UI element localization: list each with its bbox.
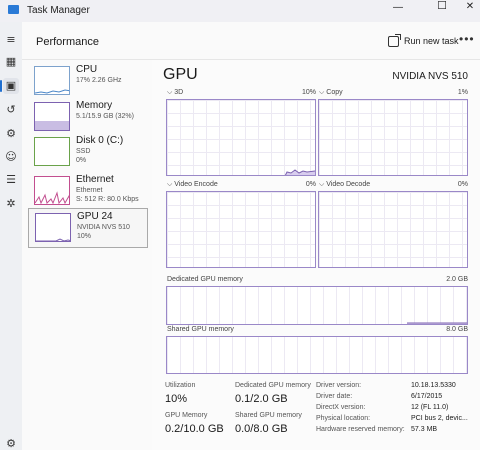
ethernet-thumbnail — [34, 176, 70, 205]
resource-list: CPU 17% 2.26 GHz Memory 5.1/15.9 GB (32%… — [22, 60, 152, 450]
shared-memory-stat-label: Shared GPU memory — [235, 412, 302, 419]
ethernet-sparkline — [35, 191, 69, 204]
performance-icon[interactable]: ▣ — [3, 78, 19, 94]
resource-sub: SSD — [76, 148, 91, 155]
run-new-task-button[interactable]: Run new task — [388, 33, 459, 49]
property-value: PCI bus 2, devic... — [411, 415, 468, 422]
resource-sub: 0% — [76, 157, 87, 164]
engine-encode-label[interactable]: ⌵ Video Encode — [167, 181, 218, 189]
engine-copy-pct: 1% — [457, 89, 468, 96]
gpu-sparkline — [36, 238, 70, 241]
resource-sub: 17% 2.26 GHz — [76, 77, 122, 84]
gpu-detail-panel: GPU NVIDIA NVS 510 ⌵ 3D 10% ⌵ Copy 1% ⌵ … — [152, 60, 480, 450]
title-bar: Task Manager — ☐ ✕ — [0, 0, 480, 22]
resource-sub: 10% — [77, 233, 92, 240]
details-icon[interactable]: ☰ — [3, 172, 19, 188]
engine-copy-graph — [318, 99, 468, 176]
shared-memory-graph — [166, 336, 468, 374]
settings-icon[interactable]: ⚙ — [3, 436, 19, 450]
resource-title: GPU 24 — [77, 211, 113, 222]
engine-copy-name: Copy — [326, 89, 343, 96]
engine-3d-line — [284, 169, 315, 175]
gpu-memory-label: GPU Memory — [165, 412, 208, 419]
engine-encode-graph — [166, 191, 316, 268]
resource-sub: NVIDIA NVS 510 — [77, 224, 130, 231]
resource-gpu[interactable]: GPU 24 NVIDIA NVS 510 10% — [28, 208, 148, 248]
page-title: Performance — [36, 36, 99, 48]
engine-decode-pct: 0% — [457, 181, 468, 188]
run-task-icon — [388, 33, 401, 47]
dedicated-memory-stat-label: Dedicated GPU memory — [235, 382, 311, 389]
disk-thumbnail — [34, 137, 70, 166]
app-history-icon[interactable]: ↺ — [3, 102, 19, 118]
property-value: 6/17/2015 — [411, 393, 443, 400]
shared-memory-label: Shared GPU memory — [167, 326, 234, 333]
nav-rail: ≡ ▦ ▣ ↺ ⚙ ☺ ☰ ✲ ⚙ — [0, 22, 22, 450]
engine-3d-name: 3D — [174, 89, 184, 96]
resource-sub: Ethernet — [76, 187, 103, 194]
property-value: 57.3 MB — [411, 426, 438, 433]
users-icon[interactable]: ☺ — [3, 149, 19, 165]
shared-memory-stat-value: 0.0/8.0 GB — [235, 423, 288, 435]
page-header: Performance Run new task ••• — [22, 22, 480, 60]
engine-3d-pct: 10% — [301, 89, 316, 96]
property-value: 12 (FL 11.0) — [411, 404, 449, 411]
property-key: Driver date: — [316, 393, 353, 400]
property-key: DirectX version: — [316, 404, 366, 411]
run-new-task-label: Run new task — [404, 36, 459, 46]
resource-sub: 5.1/15.9 GB (32%) — [76, 113, 134, 120]
engine-decode-graph — [318, 191, 468, 268]
dedicated-memory-max: 2.0 GB — [446, 276, 468, 283]
dedicated-memory-label: Dedicated GPU memory — [167, 276, 243, 283]
minimize-button[interactable]: — — [382, 2, 414, 22]
utilization-value: 10% — [165, 393, 188, 405]
memory-fill — [35, 121, 69, 130]
resource-disk[interactable]: Disk 0 (C:) SSD 0% — [28, 133, 147, 171]
resource-memory[interactable]: Memory 5.1/15.9 GB (32%) — [28, 98, 147, 136]
gpu-thumbnail — [35, 213, 71, 242]
active-indicator — [0, 80, 2, 92]
cpu-thumbnail — [34, 66, 70, 95]
property-key: Driver version: — [316, 382, 362, 389]
engine-copy-label[interactable]: ⌵ Copy — [319, 89, 343, 97]
dedicated-memory-graph — [166, 286, 468, 325]
engine-copy-line — [319, 100, 468, 176]
property-value: 10.18.13.5330 — [411, 382, 456, 389]
resource-title: Memory — [76, 100, 113, 111]
resource-title: Ethernet — [76, 174, 114, 185]
more-options-button[interactable]: ••• — [459, 33, 475, 45]
resource-sub: S: 512 R: 80.0 Kbps — [76, 196, 139, 203]
engine-3d-graph — [166, 99, 316, 176]
task-manager-icon — [8, 5, 19, 14]
dedicated-memory-line — [407, 322, 467, 324]
engine-decode-name: Video Decode — [326, 181, 371, 188]
utilization-label: Utilization — [165, 382, 196, 389]
engine-encode-name: Video Encode — [174, 181, 218, 188]
startup-apps-icon[interactable]: ⚙ — [3, 126, 19, 142]
gpu-memory-value: 0.2/10.0 GB — [165, 423, 224, 435]
engine-decode-label[interactable]: ⌵ Video Decode — [319, 181, 370, 189]
engine-encode-pct: 0% — [305, 181, 316, 188]
memory-thumbnail — [34, 102, 70, 131]
services-icon[interactable]: ✲ — [3, 196, 19, 212]
cpu-sparkline — [35, 89, 69, 94]
dedicated-memory-stat-value: 0.1/2.0 GB — [235, 393, 288, 405]
window-title: Task Manager — [27, 5, 90, 16]
close-button[interactable]: ✕ — [454, 1, 480, 21]
hamburger-menu-icon[interactable]: ≡ — [3, 32, 19, 48]
property-key: Physical location: — [316, 415, 371, 422]
resource-ethernet[interactable]: Ethernet Ethernet S: 512 R: 80.0 Kbps — [28, 172, 147, 210]
processes-icon[interactable]: ▦ — [3, 54, 19, 70]
resource-cpu[interactable]: CPU 17% 2.26 GHz — [28, 62, 147, 100]
engine-3d-label[interactable]: ⌵ 3D — [167, 89, 183, 97]
property-key: Hardware reserved memory: — [316, 426, 405, 433]
resource-title: Disk 0 (C:) — [76, 135, 124, 146]
gpu-model: NVIDIA NVS 510 — [392, 71, 468, 82]
shared-memory-max: 8.0 GB — [446, 326, 468, 333]
resource-title: CPU — [76, 64, 98, 75]
gpu-title: GPU — [163, 66, 198, 83]
